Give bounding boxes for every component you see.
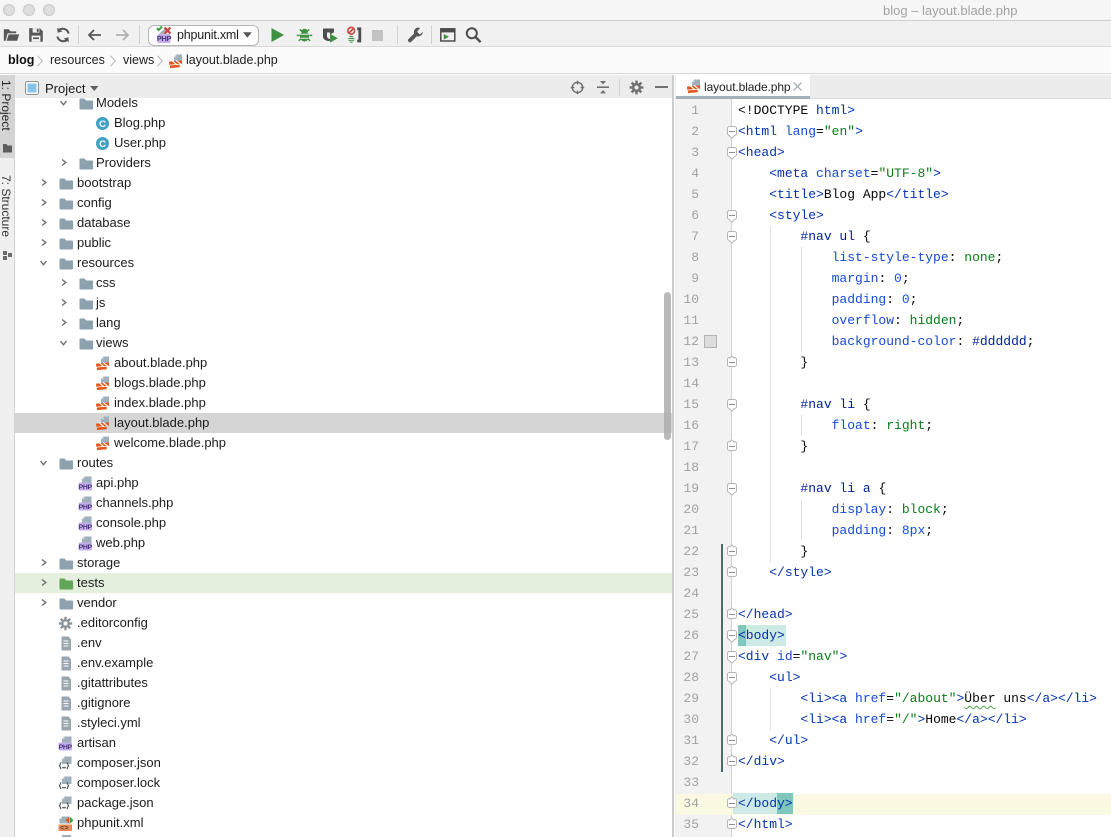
svg-text:PHP: PHP [157, 34, 172, 43]
